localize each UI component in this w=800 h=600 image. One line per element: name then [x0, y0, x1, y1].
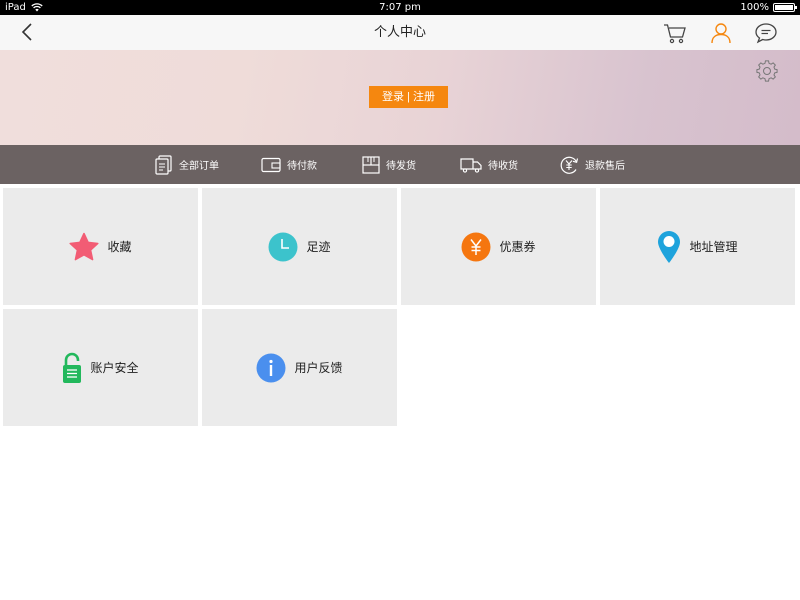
status-time: 7:07 pm [379, 2, 421, 13]
star-icon [69, 232, 100, 260]
package-icon [362, 155, 380, 174]
tile-footprints-label: 足迹 [306, 240, 331, 254]
order-pending-receipt[interactable]: 待收货 [460, 145, 518, 184]
tile-coupons-label: 优惠券 [499, 240, 536, 254]
tile-coupons[interactable]: 优惠券 [401, 188, 596, 305]
tile-user-feedback[interactable]: 用户反馈 [202, 309, 397, 426]
status-bar: iPad 7:07 pm 100% [0, 0, 800, 15]
tile-favorites-label: 收藏 [107, 240, 132, 254]
tile-address-management-label: 地址管理 [689, 240, 738, 254]
nav-bar: 个人中心 [0, 15, 800, 50]
truck-icon [460, 157, 482, 173]
profile-banner: 登录 | 注册 [0, 50, 800, 145]
login-register-button[interactable]: 登录 | 注册 [369, 86, 448, 108]
user-icon[interactable] [709, 21, 733, 45]
order-pending-shipment-label: 待发货 [386, 161, 416, 172]
tile-favorites[interactable]: 收藏 [3, 188, 198, 305]
location-pin-icon [658, 230, 681, 263]
order-pending-receipt-label: 待收货 [488, 161, 518, 172]
clock-icon [268, 232, 298, 261]
battery-percent: 100% [740, 2, 769, 13]
refund-icon [560, 156, 579, 174]
order-pending-payment[interactable]: 待付款 [261, 145, 317, 184]
battery-icon [773, 3, 797, 12]
unlock-icon [63, 352, 82, 383]
order-status-bar: 全部订单 待付款 待发货 待收货 退款售后 [0, 145, 800, 184]
tile-account-security-label: 账户安全 [90, 361, 139, 375]
info-icon [256, 353, 286, 382]
settings-gear-icon[interactable] [756, 60, 778, 82]
order-pending-payment-label: 待付款 [287, 161, 317, 172]
order-refund-aftersale[interactable]: 退款售后 [559, 145, 625, 184]
tile-footprints[interactable]: 足迹 [202, 188, 397, 305]
tile-address-management[interactable]: 地址管理 [600, 188, 795, 305]
order-refund-aftersale-label: 退款售后 [585, 161, 625, 172]
order-pending-shipment[interactable]: 待发货 [362, 145, 416, 184]
tile-account-security[interactable]: 账户安全 [3, 309, 198, 426]
order-all[interactable]: 全部订单 [155, 145, 219, 184]
tile-user-feedback-label: 用户反馈 [294, 361, 343, 375]
order-all-label: 全部订单 [179, 161, 219, 172]
message-icon[interactable] [754, 21, 778, 45]
yen-coupon-icon [461, 232, 491, 261]
cart-icon[interactable] [663, 21, 687, 45]
wallet-icon [261, 157, 281, 172]
all-orders-icon [155, 154, 172, 175]
